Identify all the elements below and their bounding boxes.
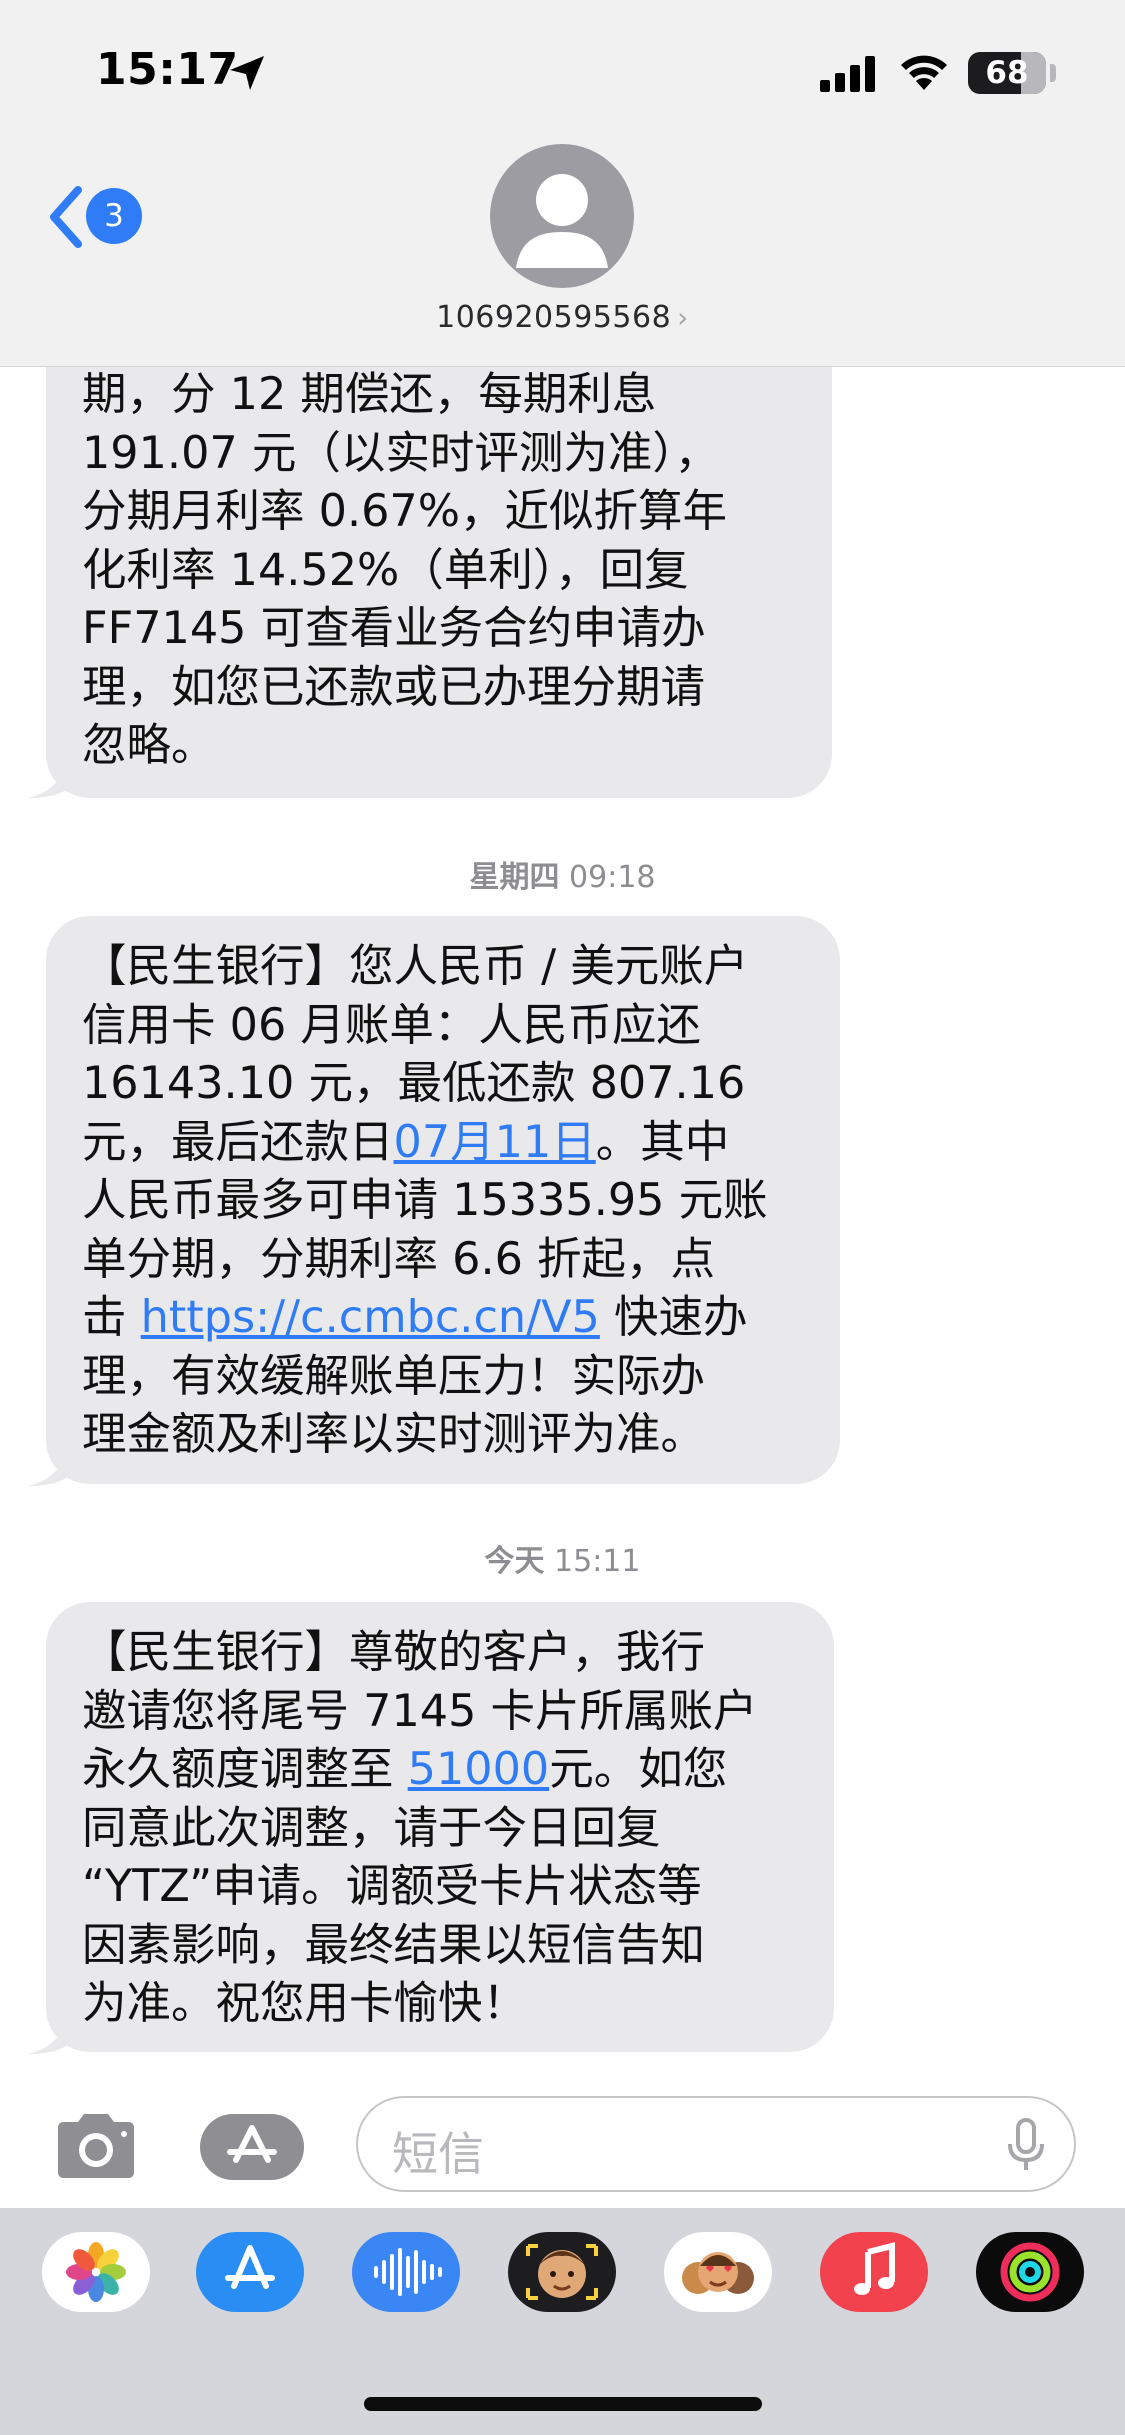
memoji-app-icon[interactable] <box>508 2232 616 2312</box>
message-line: 16143.10 元，最低还款 807.16 <box>82 1055 768 1114</box>
message-line: 永久额度调整至 51000元。如您 <box>82 1741 758 1800</box>
message-line: 击 https://c.cmbc.cn/V5 快速办 <box>82 1289 768 1348</box>
cellular-signal-icon <box>820 56 875 92</box>
message-line: 理，有效缓解账单压力！实际办 <box>82 1348 768 1407</box>
message-text-segment: 分期月利率 0.67%，近似折算年 <box>82 486 728 537</box>
timestamp-time: 09:18 <box>569 860 656 895</box>
animoji-stickers-app-icon[interactable] <box>664 2232 772 2312</box>
timestamp-time: 15:11 <box>554 1544 641 1579</box>
battery-icon: 68 <box>968 52 1046 94</box>
bubble-tail <box>28 1446 68 1486</box>
message-line: 因素影响，最终结果以短信告知 <box>82 1917 758 1976</box>
home-indicator[interactable] <box>364 2397 762 2411</box>
wifi-icon <box>901 55 947 90</box>
message-line: 为准。祝您用卡愉快！ <box>82 1975 758 2034</box>
message-text-segment: 理金额及利率以实时测评为准。 <box>82 1409 706 1460</box>
timestamp-day: 星期四 <box>469 860 560 895</box>
message-text-segment: 理，如您已还款或已办理分期请 <box>82 661 706 713</box>
message-line: 忽略。 <box>82 717 727 776</box>
contact-name-row[interactable]: 106920595568 › <box>0 300 1125 335</box>
fitness-app-icon[interactable] <box>976 2232 1084 2312</box>
conversation-header: 15:17 68 3 106920595568 › <box>0 0 1125 367</box>
battery-level: 68 <box>985 55 1029 91</box>
message-text-segment: 击 <box>82 1292 141 1343</box>
app-store-icon <box>227 2125 277 2163</box>
microphone-icon[interactable] <box>1006 2118 1046 2174</box>
message-line: 信用卡 06 月账单：人民币应还 <box>82 997 768 1056</box>
input-placeholder: 短信 <box>392 2127 484 2181</box>
message-link[interactable]: https://c.cmbc.cn/V5 <box>141 1292 600 1343</box>
message-line: 理金额及利率以实时测评为准。 <box>82 1406 768 1465</box>
message-text-segment: “YTZ”申请。调额受卡片状态等 <box>82 1861 702 1912</box>
message-text-segment: 永久额度调整至 <box>82 1744 408 1795</box>
message-input[interactable]: 短信 <box>356 2096 1076 2192</box>
message-link[interactable]: 07月11日 <box>394 1117 596 1168</box>
message-text: 期，分 12 期偿还，每期利息 191.07 元（以实时评测为准）， 分期月利率 0… <box>82 366 727 776</box>
bubble-tail <box>28 758 68 798</box>
message-text-segment: 同意此次调整，请于今日回复 <box>82 1802 661 1854</box>
timestamp-day: 今天 <box>484 1544 545 1579</box>
contact-name[interactable]: 106920595568 <box>436 300 671 335</box>
message-line: 单分期，分期利率 6.6 折起，点 <box>82 1231 768 1290</box>
unread-count-badge[interactable]: 3 <box>86 188 142 244</box>
message-line: 同意此次调整，请于今日回复 <box>82 1800 758 1859</box>
app-store-app-icon[interactable] <box>196 2232 304 2312</box>
message-text-segment: 为准。祝您用卡愉快！ <box>82 1978 528 2029</box>
message-text-segment: 人民币最多可申请 15335.95 元账 <box>82 1175 768 1226</box>
photos-app-icon[interactable] <box>42 2232 150 2312</box>
message-text-segment: 【民生银行】您人民币 / 美元账户 <box>82 941 749 992</box>
message-text-segment: 16143.10 元，最低还款 807.16 <box>82 1058 746 1109</box>
message-text-segment: 。其中 <box>595 1116 730 1168</box>
message-text-segment: 期，分 12 期偿还，每期利息 <box>82 369 657 420</box>
message-line: 【民生银行】尊敬的客户，我行 <box>82 1624 758 1683</box>
timestamp: 星期四 09:18 <box>0 852 1125 896</box>
contact-avatar[interactable] <box>490 144 634 288</box>
app-store-button[interactable] <box>200 2114 304 2180</box>
message-line: 人民币最多可申请 15335.95 元账 <box>82 1172 768 1231</box>
message-line: 化利率 14.52%（单利），回复 <box>82 542 727 601</box>
message-line: 分期月利率 0.67%，近似折算年 <box>82 483 727 542</box>
location-arrow-icon <box>230 56 264 90</box>
message-text-segment: 忽略。 <box>82 720 216 771</box>
message-line: 理，如您已还款或已办理分期请 <box>82 659 727 718</box>
battery-nub <box>1050 64 1056 82</box>
message-line: 元，最后还款日07月11日。其中 <box>82 1114 768 1173</box>
message-text-segment: 191.07 元（以实时评测为准）， <box>82 427 720 479</box>
message-text-segment: 信用卡 06 月账单：人民币应还 <box>82 999 701 1051</box>
message-link[interactable]: 51000 <box>408 1744 550 1795</box>
message-text-segment: 元。如您 <box>549 1744 728 1795</box>
chevron-right-icon: › <box>677 301 689 334</box>
message-text: 【民生银行】您人民币 / 美元账户 信用卡 06 月账单：人民币应还 16143.1… <box>82 938 768 1465</box>
message-bubble[interactable]: 【民生银行】尊敬的客户，我行邀请您将尾号 7145 卡片所属账户 永久额度调整至 … <box>46 1602 834 2052</box>
message-text-segment: 理，有效缓解账单压力！实际办 <box>82 1350 706 1402</box>
status-time: 15:17 <box>96 44 239 95</box>
bubble-tail <box>28 2014 68 2054</box>
back-chevron-icon[interactable] <box>46 186 86 248</box>
message-text: 【民生银行】尊敬的客户，我行邀请您将尾号 7145 卡片所属账户 永久额度调整至 … <box>82 1624 758 2034</box>
message-text-segment: FF7145 可查看业务合约申请办 <box>82 603 706 654</box>
audio-message-app-icon[interactable] <box>352 2232 460 2312</box>
message-text-segment: 快速办 <box>599 1292 748 1343</box>
message-text-segment: 元，最后还款日 <box>82 1116 394 1168</box>
message-line: 邀请您将尾号 7145 卡片所属账户 <box>82 1683 758 1742</box>
message-text-segment: 单分期，分期利率 6.6 折起，点 <box>82 1233 716 1285</box>
message-text-segment: 因素影响，最终结果以短信告知 <box>82 1919 706 1971</box>
music-app-icon[interactable] <box>820 2232 928 2312</box>
camera-icon[interactable] <box>52 2110 140 2182</box>
message-bubble[interactable]: 【民生银行】您人民币 / 美元账户 信用卡 06 月账单：人民币应还 16143.1… <box>46 916 840 1484</box>
message-text-segment: 邀请您将尾号 7145 卡片所属账户 <box>82 1685 758 1737</box>
message-line: FF7145 可查看业务合约申请办 <box>82 600 727 659</box>
message-line: 【民生银行】您人民币 / 美元账户 <box>82 938 768 997</box>
message-text-segment: 化利率 14.52%（单利），回复 <box>82 544 689 596</box>
message-text-segment: 【民生银行】尊敬的客户，我行 <box>82 1627 706 1678</box>
timestamp: 今天 15:11 <box>0 1536 1125 1580</box>
person-silhouette-icon <box>516 174 608 268</box>
message-line: 期，分 12 期偿还，每期利息 <box>82 366 727 425</box>
message-line: “YTZ”申请。调额受卡片状态等 <box>82 1858 758 1917</box>
message-line: 191.07 元（以实时评测为准）， <box>82 425 727 484</box>
